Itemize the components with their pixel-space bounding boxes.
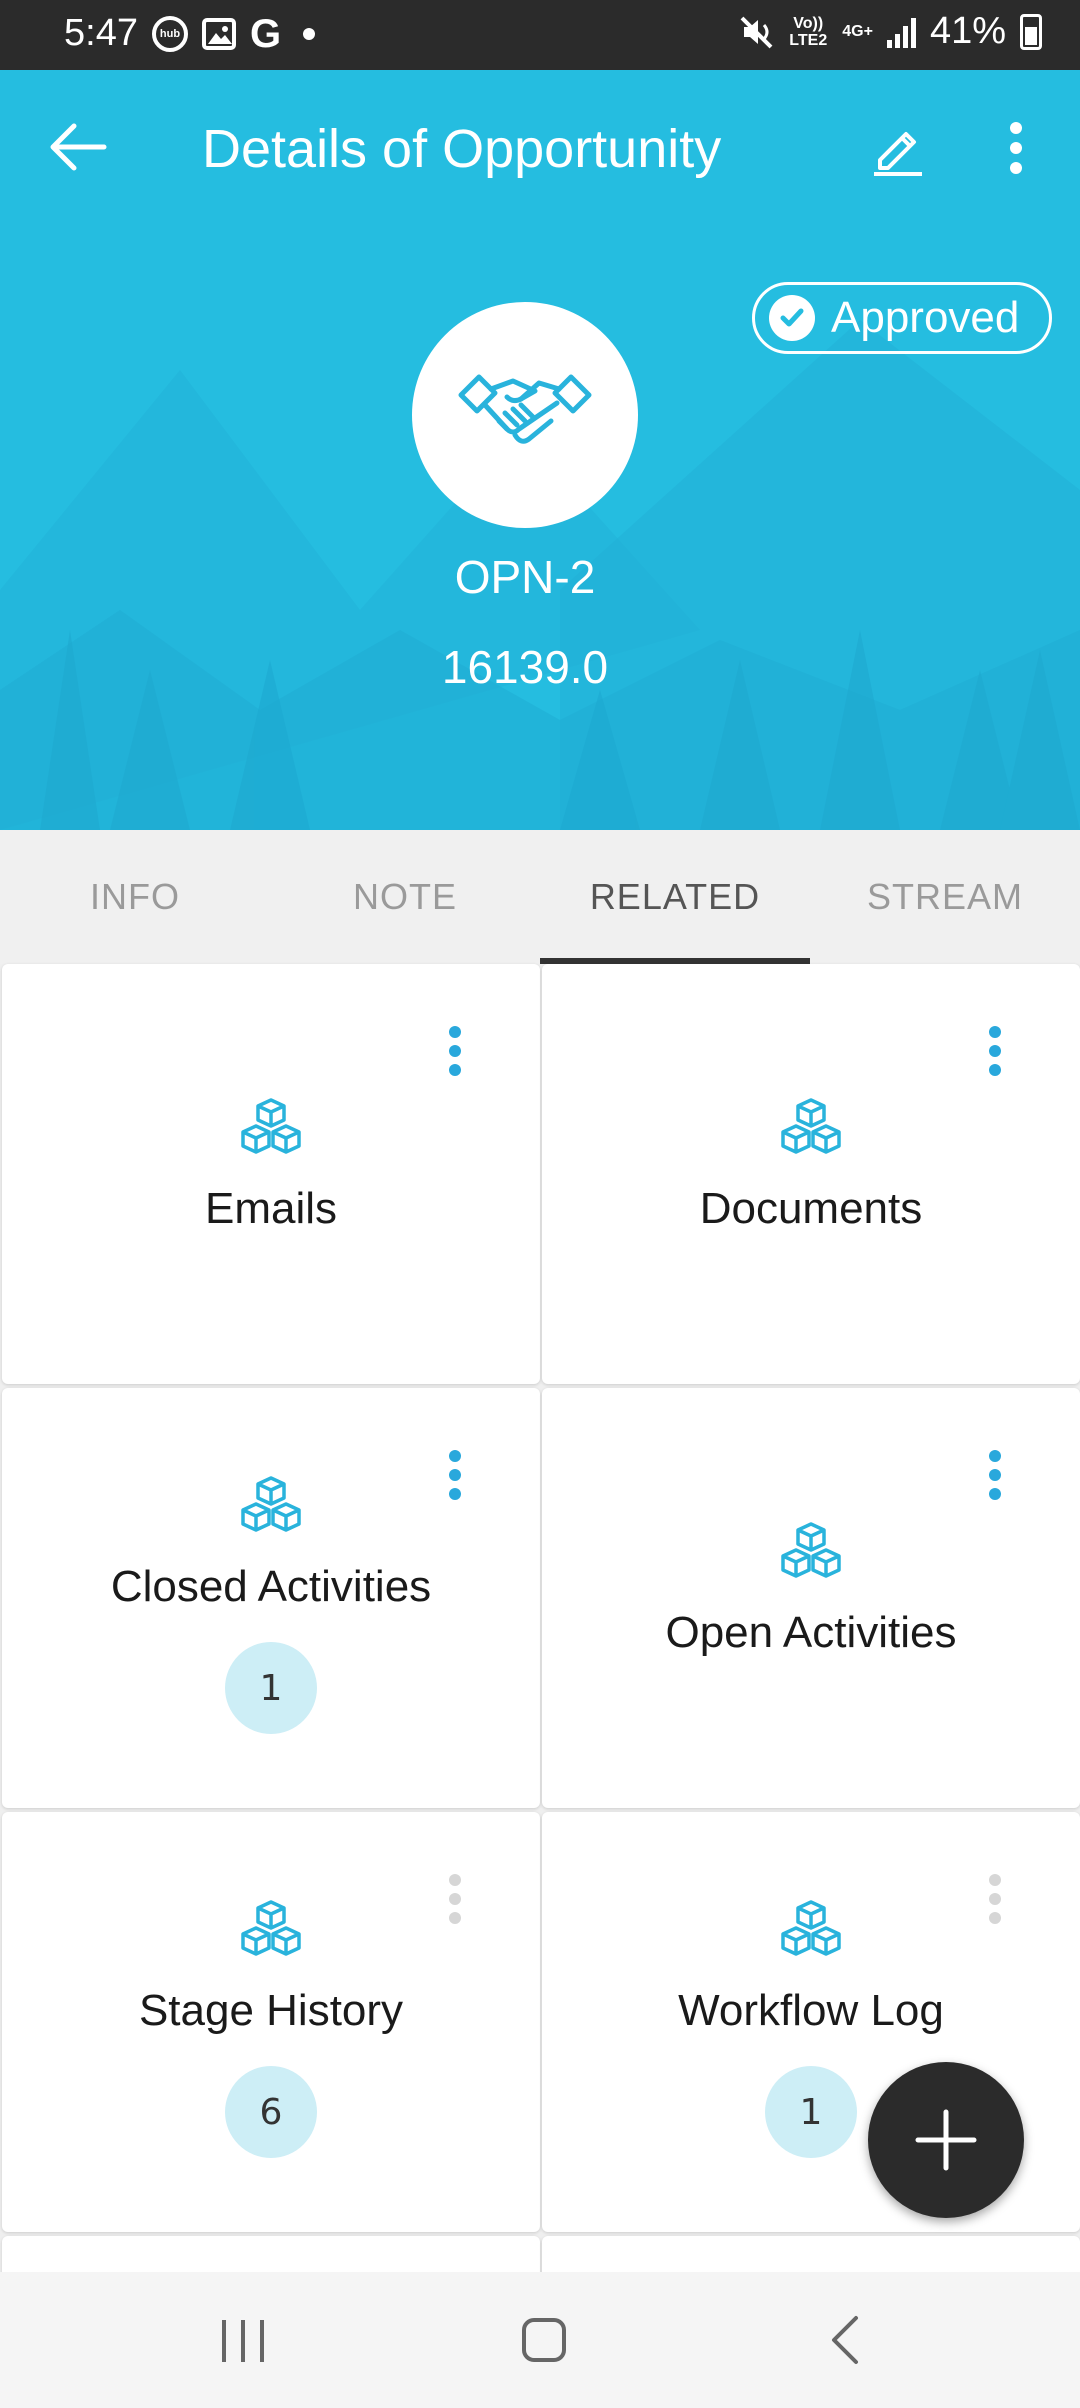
plus-icon <box>915 2109 977 2171</box>
tab-info[interactable]: INFO <box>0 830 270 964</box>
mute-icon <box>740 16 773 48</box>
recent-apps-button[interactable] <box>222 2320 264 2362</box>
related-card-open-activities[interactable]: Open Activities <box>542 1388 1080 1808</box>
more-notifications-dot <box>303 28 316 40</box>
more-options-button[interactable] <box>996 118 1036 178</box>
signal-icon <box>886 16 916 48</box>
related-card-documents[interactable]: Documents <box>542 964 1080 1384</box>
card-label: Documents <box>699 1184 923 1233</box>
pencil-icon <box>874 132 922 176</box>
card-menu-button[interactable] <box>448 1026 462 1076</box>
tab-related[interactable]: RELATED <box>540 830 810 964</box>
related-card-emails[interactable]: Emails <box>2 964 540 1384</box>
opportunity-amount: 16139.0 <box>441 641 609 693</box>
count-badge: 1 <box>765 2066 857 2158</box>
opportunity-header: Details of Opportunity Approved OPN-2 16… <box>0 70 1080 830</box>
page-title: Details of Opportunity <box>202 119 722 179</box>
cubes-icon <box>2 1898 540 1962</box>
count-badge: 1 <box>225 1642 317 1734</box>
status-bar: 5:47 hub G Vo)) LTE2 4G+ 41% <box>0 0 1080 70</box>
network-type-indicator: 4G+ <box>842 23 873 40</box>
back-button[interactable] <box>44 112 114 182</box>
cubes-icon <box>542 1520 1080 1584</box>
tab-stream[interactable]: STREAM <box>810 830 1080 964</box>
chevron-left-icon <box>832 2316 858 2364</box>
battery-percent: 41% <box>929 10 1006 52</box>
card-label: Stage History <box>138 1986 404 2035</box>
opportunity-avatar <box>412 302 638 528</box>
screen: 5:47 hub G Vo)) LTE2 4G+ 41% Details of … <box>0 0 1080 2408</box>
check-circle-icon <box>769 295 815 341</box>
cubes-icon <box>2 1096 540 1160</box>
system-icons: Vo)) LTE2 4G+ 41% <box>740 10 1042 53</box>
system-nav-bar <box>0 2272 1080 2408</box>
cubes-icon <box>2 1474 540 1538</box>
google-icon: G <box>250 12 282 56</box>
app-bar: Details of Opportunity <box>0 70 1080 230</box>
status-time: 5:47 <box>64 12 138 54</box>
notification-icons: hub G <box>152 12 316 56</box>
home-button[interactable] <box>522 2318 566 2362</box>
edit-button[interactable] <box>868 118 928 178</box>
card-menu-button[interactable] <box>988 1450 1002 1500</box>
card-label: Workflow Log <box>678 1986 944 2035</box>
tab-note[interactable]: NOTE <box>270 830 540 964</box>
cubes-icon <box>542 1096 1080 1160</box>
status-badge: Approved <box>752 282 1052 354</box>
card-menu-button[interactable] <box>988 1026 1002 1076</box>
add-button[interactable] <box>868 2062 1024 2218</box>
gallery-icon <box>202 18 236 50</box>
volte-indicator: Vo)) LTE2 <box>789 14 828 49</box>
status-badge-label: Approved <box>831 293 1020 342</box>
arrow-left-icon <box>50 123 107 171</box>
count-badge: 6 <box>225 2066 317 2158</box>
tab-bar: INFO NOTE RELATED STREAM <box>0 830 1080 964</box>
battery-icon <box>1020 13 1042 50</box>
card-label: Emails <box>204 1184 338 1233</box>
handshake-icon <box>458 374 592 444</box>
system-back-button[interactable] <box>826 2314 866 2366</box>
card-label: Open Activities <box>665 1608 957 1657</box>
cubes-icon <box>542 1898 1080 1962</box>
related-card-stage-history[interactable]: Stage History 6 <box>2 1812 540 2232</box>
card-label: Closed Activities <box>110 1562 432 1611</box>
related-card-closed-activities[interactable]: Closed Activities 1 <box>2 1388 540 1808</box>
more-vertical-icon <box>1010 122 1022 174</box>
record-id: OPN-2 <box>454 551 596 603</box>
hub-app-icon: hub <box>152 16 188 52</box>
